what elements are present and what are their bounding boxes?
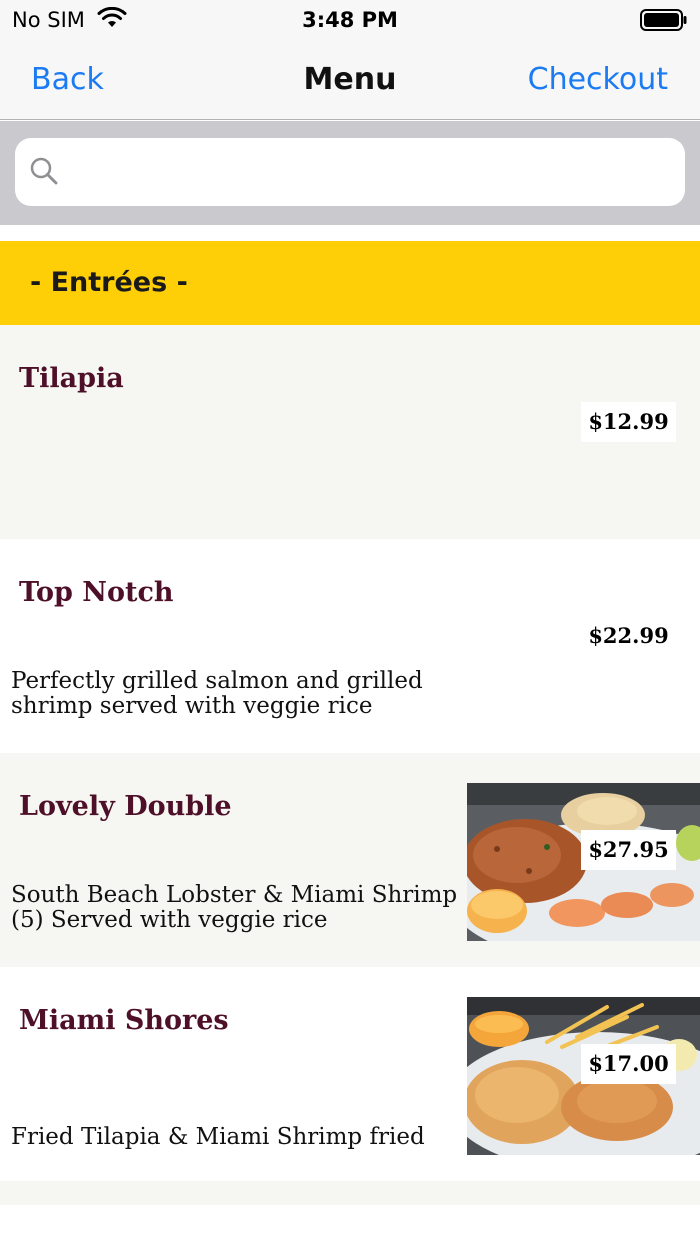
section-header: - Entrées - — [0, 241, 700, 325]
status-time: 3:48 PM — [302, 8, 398, 32]
battery-icon — [640, 9, 687, 31]
section-title: - Entrées - — [30, 267, 188, 298]
item-name: Lovely Double — [19, 791, 232, 822]
item-name: Miami Shores — [19, 1005, 229, 1036]
back-button[interactable]: Back — [31, 62, 104, 97]
item-description: Perfectly grilled salmon and grilled shr… — [11, 668, 423, 719]
navigation-bar: Back Menu Checkout — [0, 40, 700, 120]
checkout-button[interactable]: Checkout — [528, 62, 668, 97]
item-description: Fried Tilapia & Miami Shrimp fried — [11, 1124, 425, 1150]
search-bar — [0, 121, 700, 225]
item-price: $22.99 — [581, 616, 676, 656]
item-name: Tilapia — [19, 363, 124, 394]
search-icon — [30, 157, 58, 185]
item-price: $17.00 — [581, 1044, 676, 1084]
item-name: Top Notch — [19, 577, 174, 608]
menu-item[interactable]: Miami Shores Fried Tilapia & Miami Shrim… — [0, 967, 700, 1181]
item-price: $12.99 — [581, 402, 676, 442]
search-field[interactable] — [15, 138, 685, 206]
menu-item[interactable]: Lovely Double South Beach Lobster & Miam… — [0, 753, 700, 967]
section-spacer — [0, 225, 700, 241]
search-input[interactable] — [71, 152, 661, 192]
menu-item[interactable]: Tilapia $12.99 — [0, 325, 700, 539]
item-description: South Beach Lobster & Miami Shrimp (5) S… — [11, 882, 458, 933]
list-item — [0, 1181, 700, 1205]
item-price: $27.95 — [581, 830, 676, 870]
status-bar: No SIM 3:48 PM — [0, 0, 700, 40]
menu-item[interactable]: Top Notch $22.99 Perfectly grilled salmo… — [0, 539, 700, 753]
menu-list: Tilapia $12.99 Top Notch $22.99 Perfectl… — [0, 325, 700, 1205]
